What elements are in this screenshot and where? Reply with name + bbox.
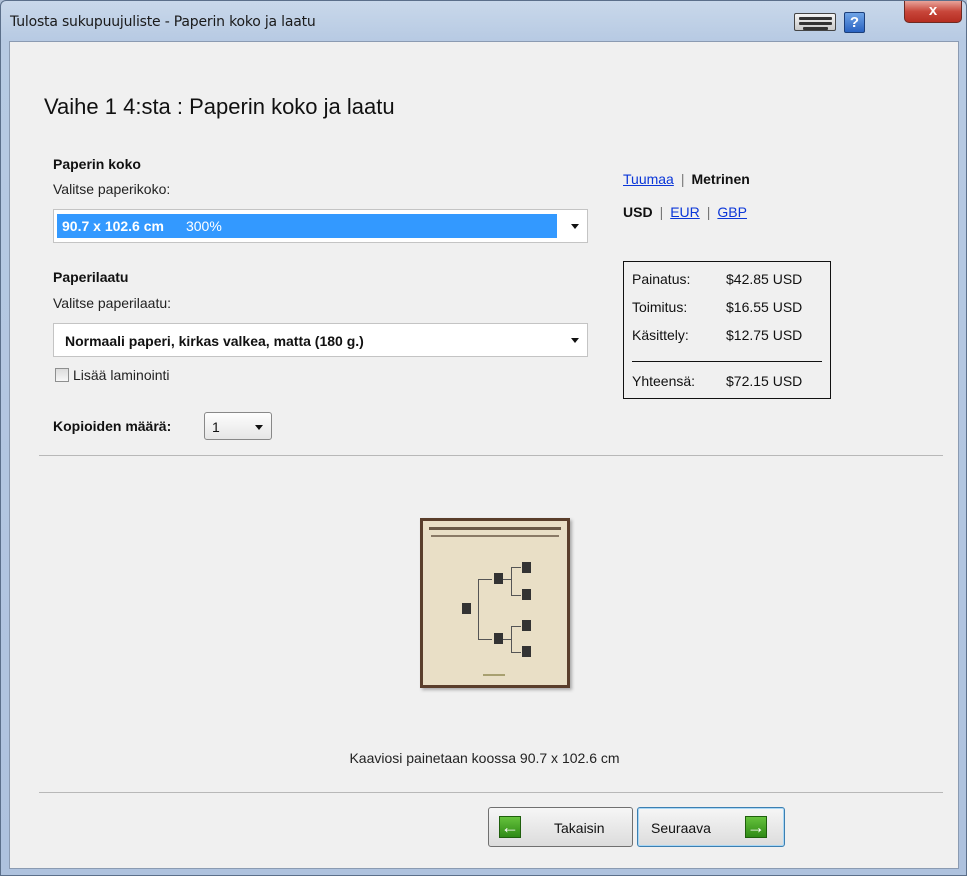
unit-switch: Tuumaa | Metrinen (623, 171, 750, 187)
currency-switch: USD | EUR | GBP (623, 204, 747, 220)
arrow-left-icon: ← (499, 816, 521, 838)
price-value: $12.75 USD (726, 327, 803, 343)
price-label: Painatus: (632, 271, 691, 287)
total-label: Yhteensä: (632, 373, 696, 389)
page-title: Vaihe 1 4:sta : Paperin koko ja laatu (44, 94, 395, 119)
chevron-down-icon (571, 338, 579, 343)
currency-gbp-link[interactable]: GBP (717, 204, 747, 220)
price-value: $16.55 USD (726, 299, 803, 315)
arrow-right-icon: → (745, 816, 767, 838)
divider (39, 792, 943, 793)
paper-size-prompt: Valitse paperikoko: (53, 181, 171, 197)
back-button[interactable]: ← Takaisin (488, 807, 633, 847)
paper-size-selected: 90.7 x 102.6 cm 300% (57, 214, 557, 238)
paper-size-heading: Paperin koko (53, 156, 141, 172)
price-label: Toimitus: (632, 299, 688, 315)
total-value: $72.15 USD (726, 373, 803, 389)
price-value: $42.85 USD (726, 271, 803, 287)
paper-quality-value: Normaali paperi, kirkas valkea, matta (1… (65, 333, 364, 349)
preview-caption: Kaaviosi painetaan koossa 90.7 x 102.6 c… (349, 750, 620, 766)
paper-quality-select[interactable]: Normaali paperi, kirkas valkea, matta (1… (53, 323, 588, 357)
window-title: Tulosta sukupuujuliste - Paperin koko ja… (10, 14, 316, 30)
unit-metric-label: Metrinen (691, 171, 750, 187)
copies-label: Kopioiden määrä: (53, 418, 172, 434)
dialog-window: Tulosta sukupuujuliste - Paperin koko ja… (0, 0, 967, 876)
price-summary: Painatus: $42.85 USD Toimitus: $16.55 US… (623, 261, 831, 399)
paper-quality-heading: Paperilaatu (53, 269, 129, 285)
laminate-checkbox[interactable] (55, 368, 69, 382)
chevron-down-icon (255, 425, 263, 430)
paper-quality-prompt: Valitse paperilaatu: (53, 295, 172, 311)
laminate-label[interactable]: Lisää laminointi (73, 367, 170, 383)
copies-select[interactable]: 1 (204, 412, 272, 440)
divider (632, 361, 822, 362)
currency-usd-label: USD (623, 204, 653, 220)
divider (39, 455, 943, 456)
paper-size-select[interactable]: 90.7 x 102.6 cm 300% (53, 209, 588, 243)
help-icon[interactable]: ? (844, 12, 865, 33)
paper-size-scale: 300% (185, 218, 222, 234)
next-button-label: Seuraava (651, 820, 711, 836)
unit-inch-link[interactable]: Tuumaa (623, 171, 674, 187)
next-button[interactable]: Seuraava → (637, 807, 785, 847)
back-button-label: Takaisin (554, 820, 605, 836)
chevron-down-icon (571, 224, 579, 229)
currency-eur-link[interactable]: EUR (670, 204, 700, 220)
keyboard-icon[interactable] (794, 13, 836, 31)
paper-size-value: 90.7 x 102.6 cm (62, 218, 164, 234)
close-icon[interactable]: x (904, 1, 962, 23)
price-label: Käsittely: (632, 327, 689, 343)
copies-value: 1 (212, 419, 220, 435)
title-bar: Tulosta sukupuujuliste - Paperin koko ja… (1, 1, 966, 41)
chart-preview-image (420, 518, 570, 688)
